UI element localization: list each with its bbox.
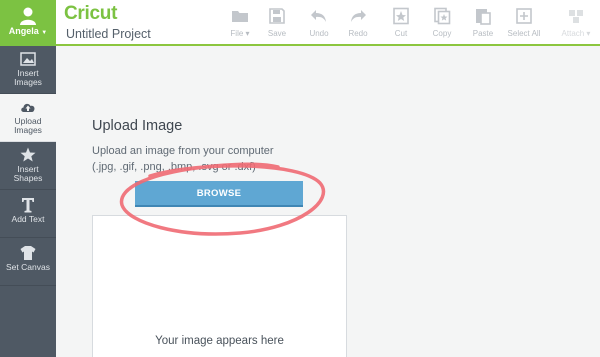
redo-icon	[351, 10, 366, 22]
paste-button[interactable]: Paste	[463, 7, 503, 39]
cloud-upload-icon	[21, 103, 35, 112]
image-icon	[20, 52, 36, 66]
sidebar-item-add-text[interactable]: Add Text	[0, 190, 56, 238]
sidebar-item-set-canvas[interactable]: Set Canvas	[0, 238, 56, 286]
sidebar-item-label: Set Canvas	[6, 262, 50, 272]
sidebar-item-insert-images[interactable]: Insert Images	[0, 46, 56, 94]
sidebar-item-label: Images	[14, 77, 42, 87]
cut-button[interactable]: Cut	[381, 7, 421, 39]
chevron-down-icon: ▼	[41, 30, 48, 36]
paste-icon	[476, 9, 491, 25]
copy-icon	[434, 7, 451, 25]
redo-button[interactable]: Redo	[338, 7, 378, 39]
preview-placeholder-text: Your image appears here	[155, 335, 284, 347]
save-icon	[269, 8, 285, 24]
image-preview-area: Your image appears here	[92, 215, 347, 357]
header-bar: Cricut Untitled Project File ▾ Save Undo…	[56, 0, 600, 46]
attach-icon	[569, 10, 583, 23]
left-sidebar: Angela ▼ Insert Images Upload Images Ins…	[0, 0, 56, 357]
copy-button[interactable]: Copy	[422, 7, 462, 39]
browse-button[interactable]: BROWSE	[135, 181, 303, 207]
undo-icon	[311, 10, 326, 22]
sidebar-item-label: Images	[14, 125, 42, 135]
select-all-button[interactable]: Select All	[504, 7, 544, 39]
text-icon	[22, 198, 34, 213]
select-all-icon	[516, 8, 532, 24]
folder-icon	[232, 11, 248, 22]
upload-description: Upload an image from your computer (.jpg…	[92, 145, 274, 173]
user-menu[interactable]: Angela ▼	[0, 0, 56, 46]
sidebar-item-insert-shapes[interactable]: Insert Shapes	[0, 142, 56, 190]
save-button[interactable]: Save	[257, 7, 297, 39]
undo-button[interactable]: Undo	[299, 7, 339, 39]
upload-panel-title: Upload Image	[92, 118, 183, 134]
shapes-icon	[20, 147, 36, 162]
sidebar-item-label: Add Text	[11, 214, 45, 224]
file-menu-button[interactable]: File ▾	[220, 7, 260, 39]
project-title[interactable]: Untitled Project	[66, 27, 151, 41]
sidebar-item-upload-images[interactable]: Upload Images	[0, 94, 56, 142]
attach-menu-button[interactable]: Attach ▾	[556, 7, 596, 39]
user-avatar-icon	[20, 7, 36, 25]
tshirt-icon	[20, 246, 36, 260]
cut-icon	[393, 7, 409, 25]
sidebar-item-label: Shapes	[13, 173, 43, 183]
user-name: Angela ▼	[8, 26, 48, 36]
cricut-logo: Cricut	[64, 3, 118, 24]
